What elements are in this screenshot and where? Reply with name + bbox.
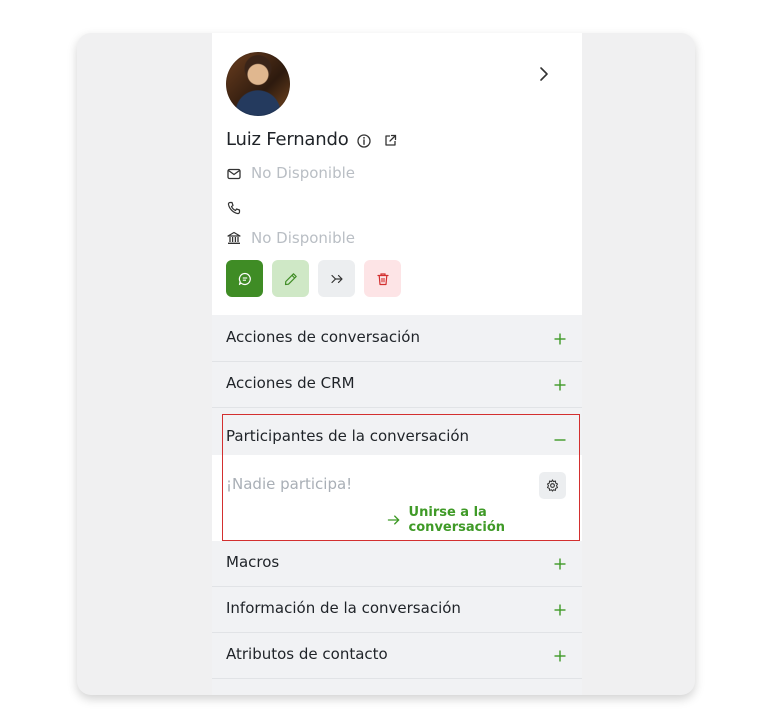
plus-icon[interactable] [553, 378, 567, 392]
delete-button[interactable] [364, 260, 401, 297]
edit-button[interactable] [272, 260, 309, 297]
section-label: Macros [226, 553, 280, 571]
plus-icon[interactable] [553, 603, 567, 617]
section-label: Acciones de conversación [226, 328, 420, 346]
contact-profile: Luiz Fernando No Disponible No Disponibl… [212, 33, 582, 315]
minus-icon[interactable] [553, 433, 567, 447]
pencil-icon [284, 272, 297, 285]
contact-sidebar: Luiz Fernando No Disponible No Disponibl… [212, 33, 582, 695]
forward-button[interactable] [318, 260, 355, 297]
join-conversation-label: Unirse a la conversación [408, 505, 505, 535]
bank-icon [227, 231, 241, 245]
external-link-icon[interactable] [384, 134, 397, 147]
section-label: Participantes de la conversación [226, 427, 470, 445]
participants-panel: ¡Nadie participa! Unirse a la conversaci… [212, 455, 582, 543]
info-icon[interactable] [357, 134, 371, 148]
plus-icon[interactable] [553, 332, 567, 346]
phone-icon [227, 201, 241, 215]
chevron-right-icon[interactable] [536, 66, 552, 82]
section-label: Atributos de contacto [226, 645, 388, 663]
chat-icon [238, 272, 251, 285]
section-macros[interactable]: Macros [212, 541, 582, 587]
gear-icon [546, 479, 559, 492]
forward-icon [330, 274, 343, 283]
screenshot-card: Luiz Fernando No Disponible No Disponibl… [77, 33, 695, 695]
section-conversation-actions[interactable]: Acciones de conversación [212, 316, 582, 362]
participants-empty-text: ¡Nadie participa! [226, 475, 353, 493]
section-label: Información de la conversación [226, 599, 461, 617]
section-contact-attributes[interactable]: Atributos de contacto [212, 633, 582, 679]
chat-button[interactable] [226, 260, 263, 297]
plus-icon[interactable] [553, 557, 567, 571]
trash-icon [376, 272, 389, 285]
contact-name: Luiz Fernando [226, 129, 349, 150]
participants-settings-button[interactable] [539, 472, 566, 499]
join-conversation-link[interactable]: Unirse a la conversación [387, 505, 582, 535]
contact-company: No Disponible [251, 229, 355, 247]
arrow-right-icon [387, 515, 400, 525]
contact-email: No Disponible [251, 164, 355, 182]
plus-icon[interactable] [553, 649, 567, 663]
mail-icon [227, 168, 241, 180]
avatar[interactable] [226, 52, 290, 116]
section-label: Acciones de CRM [226, 374, 355, 392]
section-conversation-info[interactable]: Información de la conversación [212, 587, 582, 633]
section-participants[interactable]: Participantes de la conversación [212, 415, 582, 455]
section-crm-actions[interactable]: Acciones de CRM [212, 362, 582, 408]
